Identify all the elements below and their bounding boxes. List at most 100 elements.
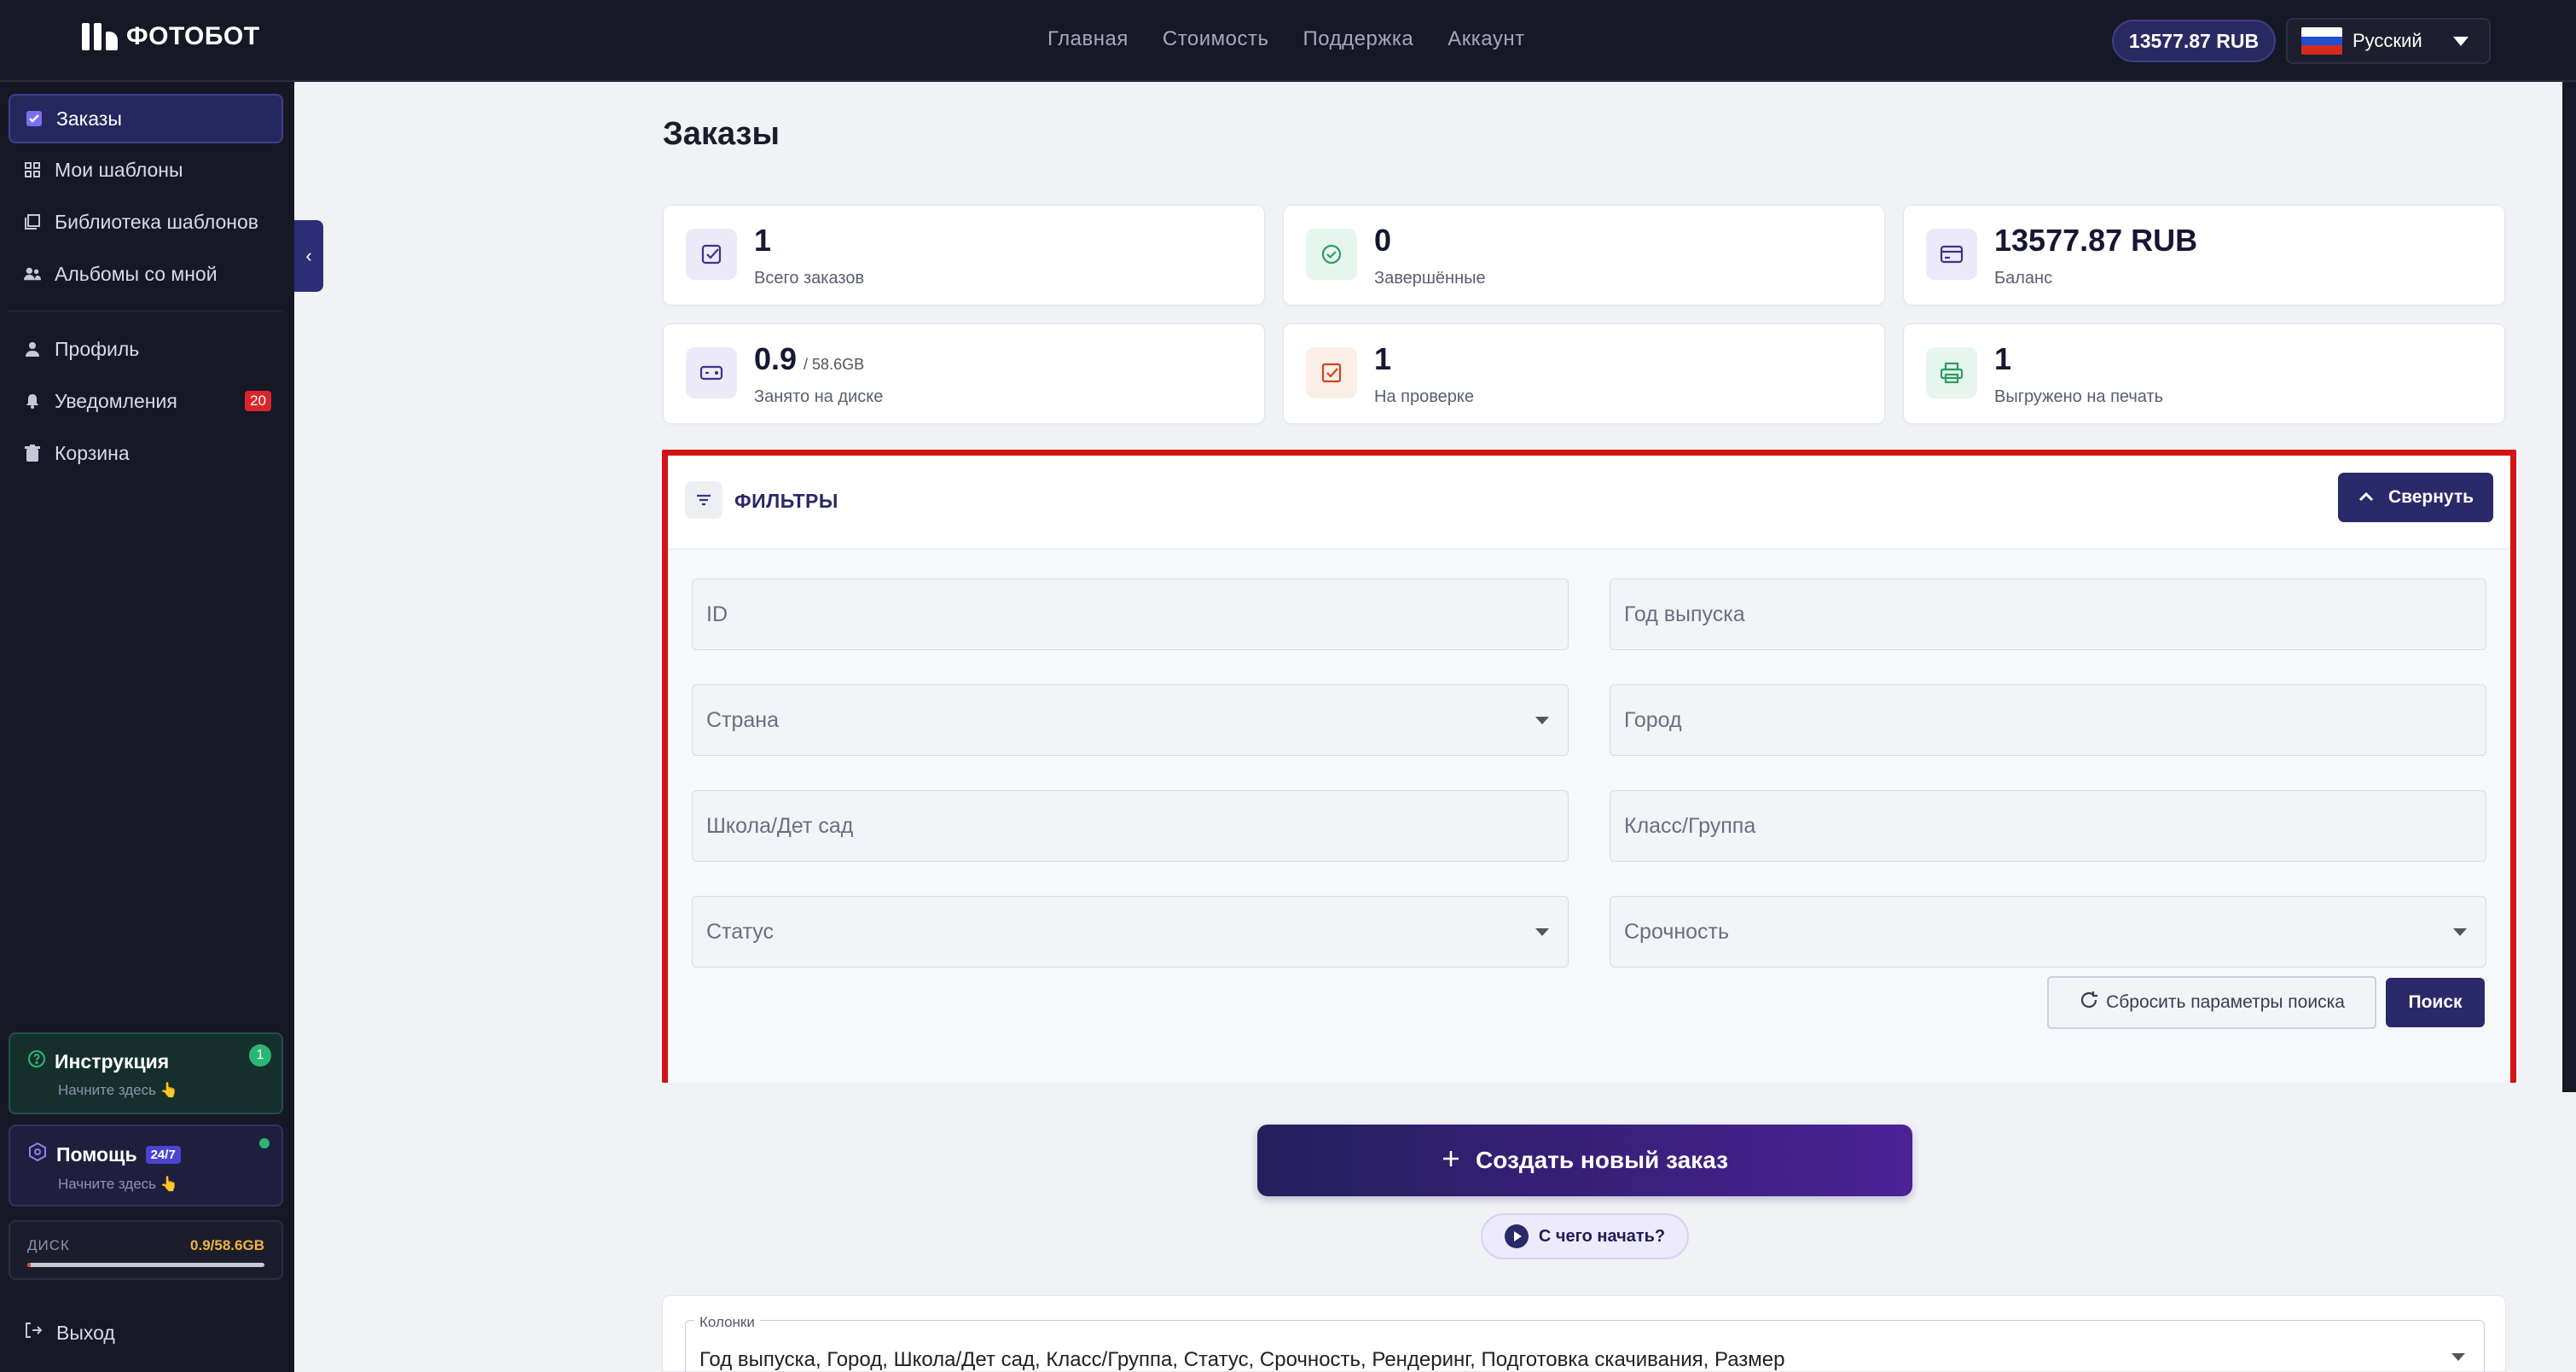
stat-card-in-review: 1 На проверке xyxy=(1283,323,1885,424)
columns-value: Год выпуска, Город, Школа/Дет сад, Класс… xyxy=(699,1348,1785,1371)
disk-progress-bar xyxy=(27,1263,264,1267)
logout-button[interactable]: Выход xyxy=(24,1321,115,1345)
filter-icon xyxy=(685,481,722,519)
stat-value: 13577.87 RUB xyxy=(1994,223,2198,258)
plus-icon xyxy=(1442,1147,1460,1174)
play-icon xyxy=(1504,1224,1529,1248)
logo[interactable]: ФОТОБОТ xyxy=(82,22,260,51)
card-icon xyxy=(1926,229,1977,280)
logo-icon xyxy=(82,23,118,50)
getting-started-label: С чего начать? xyxy=(1538,1226,1666,1246)
reset-label: Сбросить параметры поиска xyxy=(2106,992,2345,1012)
page-title: Заказы xyxy=(663,116,780,152)
language-select[interactable]: Русский xyxy=(2286,18,2491,64)
sidebar-item-template-library[interactable]: Библиотека шаблонов xyxy=(9,197,283,247)
sidebar-item-label: Библиотека шаблонов xyxy=(55,210,259,233)
stat-label: На проверке xyxy=(1374,387,1474,406)
chevron-down-icon xyxy=(1535,928,1549,936)
disk-progress-fill xyxy=(27,1263,32,1267)
stat-label: Баланс xyxy=(1994,269,2053,288)
instruction-title: Инструкция xyxy=(55,1049,170,1073)
disk-icon xyxy=(686,347,737,398)
disk-value: 0.9/58.6GB xyxy=(190,1237,264,1253)
sidebar-item-my-templates[interactable]: Мои шаблоны xyxy=(9,145,283,195)
stat-label: Занято на диске xyxy=(754,387,884,406)
chevron-left-icon: ‹ xyxy=(305,245,312,266)
sidebar-item-trash[interactable]: Корзина xyxy=(9,428,283,478)
stat-value: 1 xyxy=(1994,341,2012,376)
help-subtitle: Начните здесь 👆 xyxy=(58,1176,178,1192)
stat-extra: / 58.6GB xyxy=(804,356,865,373)
collapse-label: Свернуть xyxy=(2387,487,2474,507)
library-icon xyxy=(24,213,41,230)
country-select[interactable]: Страна xyxy=(692,684,1569,756)
help-title: Помощь xyxy=(56,1142,137,1166)
disk-usage-card: ДИСК 0.9/58.6GB xyxy=(9,1220,283,1280)
stat-card-disk-usage: 0.9/ 58.6GB Занято на диске xyxy=(663,323,1265,424)
help-24-7-tag: 24/7 xyxy=(145,1145,181,1164)
stat-card-balance: 13577.87 RUB Баланс xyxy=(1903,205,2505,305)
check-circle-icon xyxy=(1306,229,1357,280)
language-label: Русский xyxy=(2353,30,2422,51)
refresh-icon xyxy=(2079,990,2099,1015)
columns-label: Колонки xyxy=(694,1314,760,1331)
nav-support[interactable]: Поддержка xyxy=(1303,27,1414,51)
people-icon xyxy=(24,265,41,282)
sidebar-item-notifications[interactable]: Уведомления 20 xyxy=(9,376,283,426)
getting-started-button[interactable]: С чего начать? xyxy=(1481,1213,1689,1259)
stat-value: 1 xyxy=(1374,341,1392,376)
sidebar-item-label: Альбомы со мной xyxy=(55,262,218,285)
class-group-input[interactable]: Класс/Группа xyxy=(1610,790,2486,862)
chevron-down-icon xyxy=(2451,1353,2465,1361)
bell-icon xyxy=(24,392,41,410)
create-order-label: Создать новый заказ xyxy=(1475,1147,1729,1173)
support-icon xyxy=(27,1142,48,1167)
search-button[interactable]: Поиск xyxy=(2386,978,2485,1027)
graduation-year-input[interactable]: Год выпуска xyxy=(1610,578,2486,650)
nav-pricing[interactable]: Стоимость xyxy=(1163,27,1269,51)
check-square-icon xyxy=(686,229,737,280)
russia-flag-icon xyxy=(2301,27,2342,55)
stat-value: 0 xyxy=(1374,223,1392,258)
instruction-card[interactable]: Инструкция Начните здесь 👆 1 xyxy=(9,1032,283,1114)
stat-value: 1 xyxy=(754,223,772,258)
nav-home[interactable]: Главная xyxy=(1047,27,1128,51)
city-input[interactable]: Город xyxy=(1610,684,2486,756)
check-square-icon xyxy=(26,110,43,127)
nav-account[interactable]: Аккаунт xyxy=(1448,27,1524,51)
stat-card-total-orders: 1 Всего заказов xyxy=(663,205,1265,305)
disk-label: ДИСК xyxy=(27,1237,70,1253)
sidebar-item-profile[interactable]: Профиль xyxy=(9,324,283,374)
page-scrollbar[interactable] xyxy=(2562,82,2576,1092)
printer-icon xyxy=(1926,347,1977,398)
create-order-button[interactable]: Создать новый заказ xyxy=(1257,1125,1912,1196)
instruction-subtitle: Начните здесь 👆 xyxy=(58,1082,178,1098)
notifications-count-badge: 20 xyxy=(245,391,271,411)
reset-search-button[interactable]: Сбросить параметры поиска xyxy=(2047,976,2376,1029)
sidebar-item-shared-albums[interactable]: Альбомы со мной xyxy=(9,249,283,299)
urgency-select[interactable]: Срочность xyxy=(1610,896,2486,968)
status-select[interactable]: Статус xyxy=(692,896,1569,968)
filters-title: ФИЛЬТРЫ xyxy=(734,490,838,512)
chevron-down-icon xyxy=(2453,37,2469,46)
sidebar-item-orders[interactable]: Заказы xyxy=(9,94,283,143)
stat-value: 0.9/ 58.6GB xyxy=(754,341,865,376)
main-nav: Главная Стоимость Поддержка Аккаунт xyxy=(1047,27,1525,51)
balance-pill[interactable]: 13577.87 RUB xyxy=(2112,20,2276,62)
id-input[interactable]: ID xyxy=(692,578,1569,650)
logout-label: Выход xyxy=(56,1321,115,1344)
collapse-filters-button[interactable]: Свернуть xyxy=(2338,473,2493,522)
sidebar-collapse-toggle[interactable]: ‹ xyxy=(294,220,323,292)
sidebar-item-label: Заказы xyxy=(56,107,122,130)
help-card[interactable]: Помощь 24/7 Начните здесь 👆 xyxy=(9,1125,283,1206)
filters-panel: ФИЛЬТРЫ Свернуть ID Год выпуска Страна Г… xyxy=(662,450,2516,1083)
chevron-down-icon xyxy=(2453,928,2467,936)
sidebar-item-label: Уведомления xyxy=(55,389,177,412)
chevron-down-icon xyxy=(1535,717,1549,724)
person-icon xyxy=(24,340,41,358)
online-status-dot xyxy=(259,1138,270,1148)
stat-card-sent-to-print: 1 Выгружено на печать xyxy=(1903,323,2505,424)
school-input[interactable]: Школа/Дет сад xyxy=(692,790,1569,862)
top-bar: ФОТОБОТ Главная Стоимость Поддержка Акка… xyxy=(0,0,2576,82)
sidebar-item-label: Профиль xyxy=(55,337,140,360)
